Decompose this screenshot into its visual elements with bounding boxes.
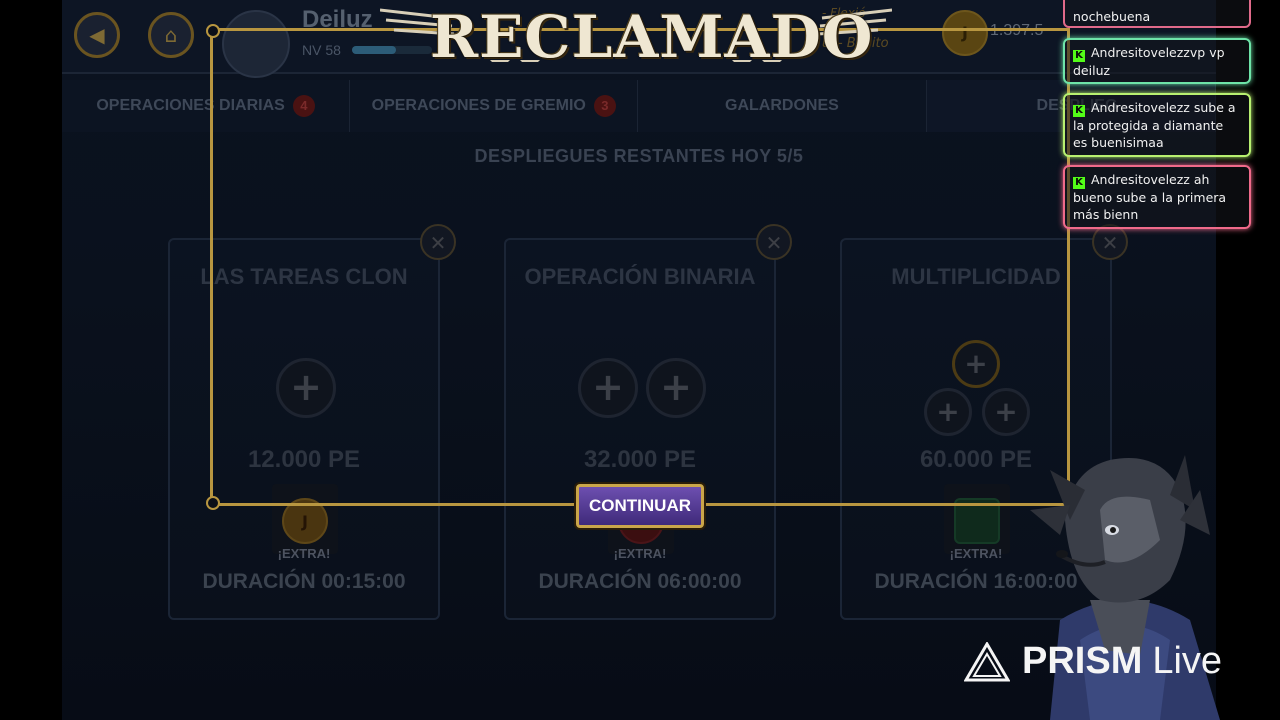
close-icon[interactable]: ✕ — [1092, 224, 1128, 260]
prism-live-watermark: PRISM Live — [964, 640, 1222, 683]
chat-user: Andresitovelezz — [1091, 172, 1190, 187]
chat-message: K Andresitovelezz ah bueno sube a la prim… — [1063, 165, 1251, 229]
home-icon: ⌂ — [164, 23, 178, 47]
kick-icon: K — [1073, 177, 1085, 189]
chat-message: K Andresitovelezz sube a la protegida a d… — [1063, 93, 1251, 157]
kick-icon: K — [1073, 105, 1085, 117]
frame-corner — [206, 24, 220, 38]
card-duration: DURACIÓN 00:15:00 — [202, 570, 406, 593]
watermark-brand: PRISM — [1022, 640, 1143, 682]
continue-button[interactable]: CONTINUAR — [576, 484, 704, 528]
watermark-suffix: Live — [1152, 640, 1223, 682]
claimed-frame — [206, 24, 1070, 510]
home-button[interactable]: ⌂ — [148, 12, 194, 58]
chat-message: K Andresitovelezzvp vp deiluz — [1063, 38, 1251, 84]
extra-label: ¡EXTRA! — [613, 546, 667, 561]
claimed-banner: RECLAMADO — [430, 3, 874, 71]
extra-label: ¡EXTRA! — [277, 546, 331, 561]
chat-message: nochebuena — [1063, 0, 1251, 28]
kick-icon: K — [1073, 50, 1085, 62]
back-button[interactable]: ◀ — [74, 12, 120, 58]
arrow-left-icon: ◀ — [89, 23, 105, 47]
card-duration: DURACIÓN 06:00:00 — [538, 570, 742, 593]
chat-user: Andresitovelezz — [1091, 100, 1190, 115]
frame-corner — [206, 496, 220, 510]
chat-user: Andresitovelezzvp — [1091, 45, 1206, 60]
prism-logo-icon — [964, 641, 1010, 681]
chat-text: nochebuena — [1073, 9, 1151, 24]
